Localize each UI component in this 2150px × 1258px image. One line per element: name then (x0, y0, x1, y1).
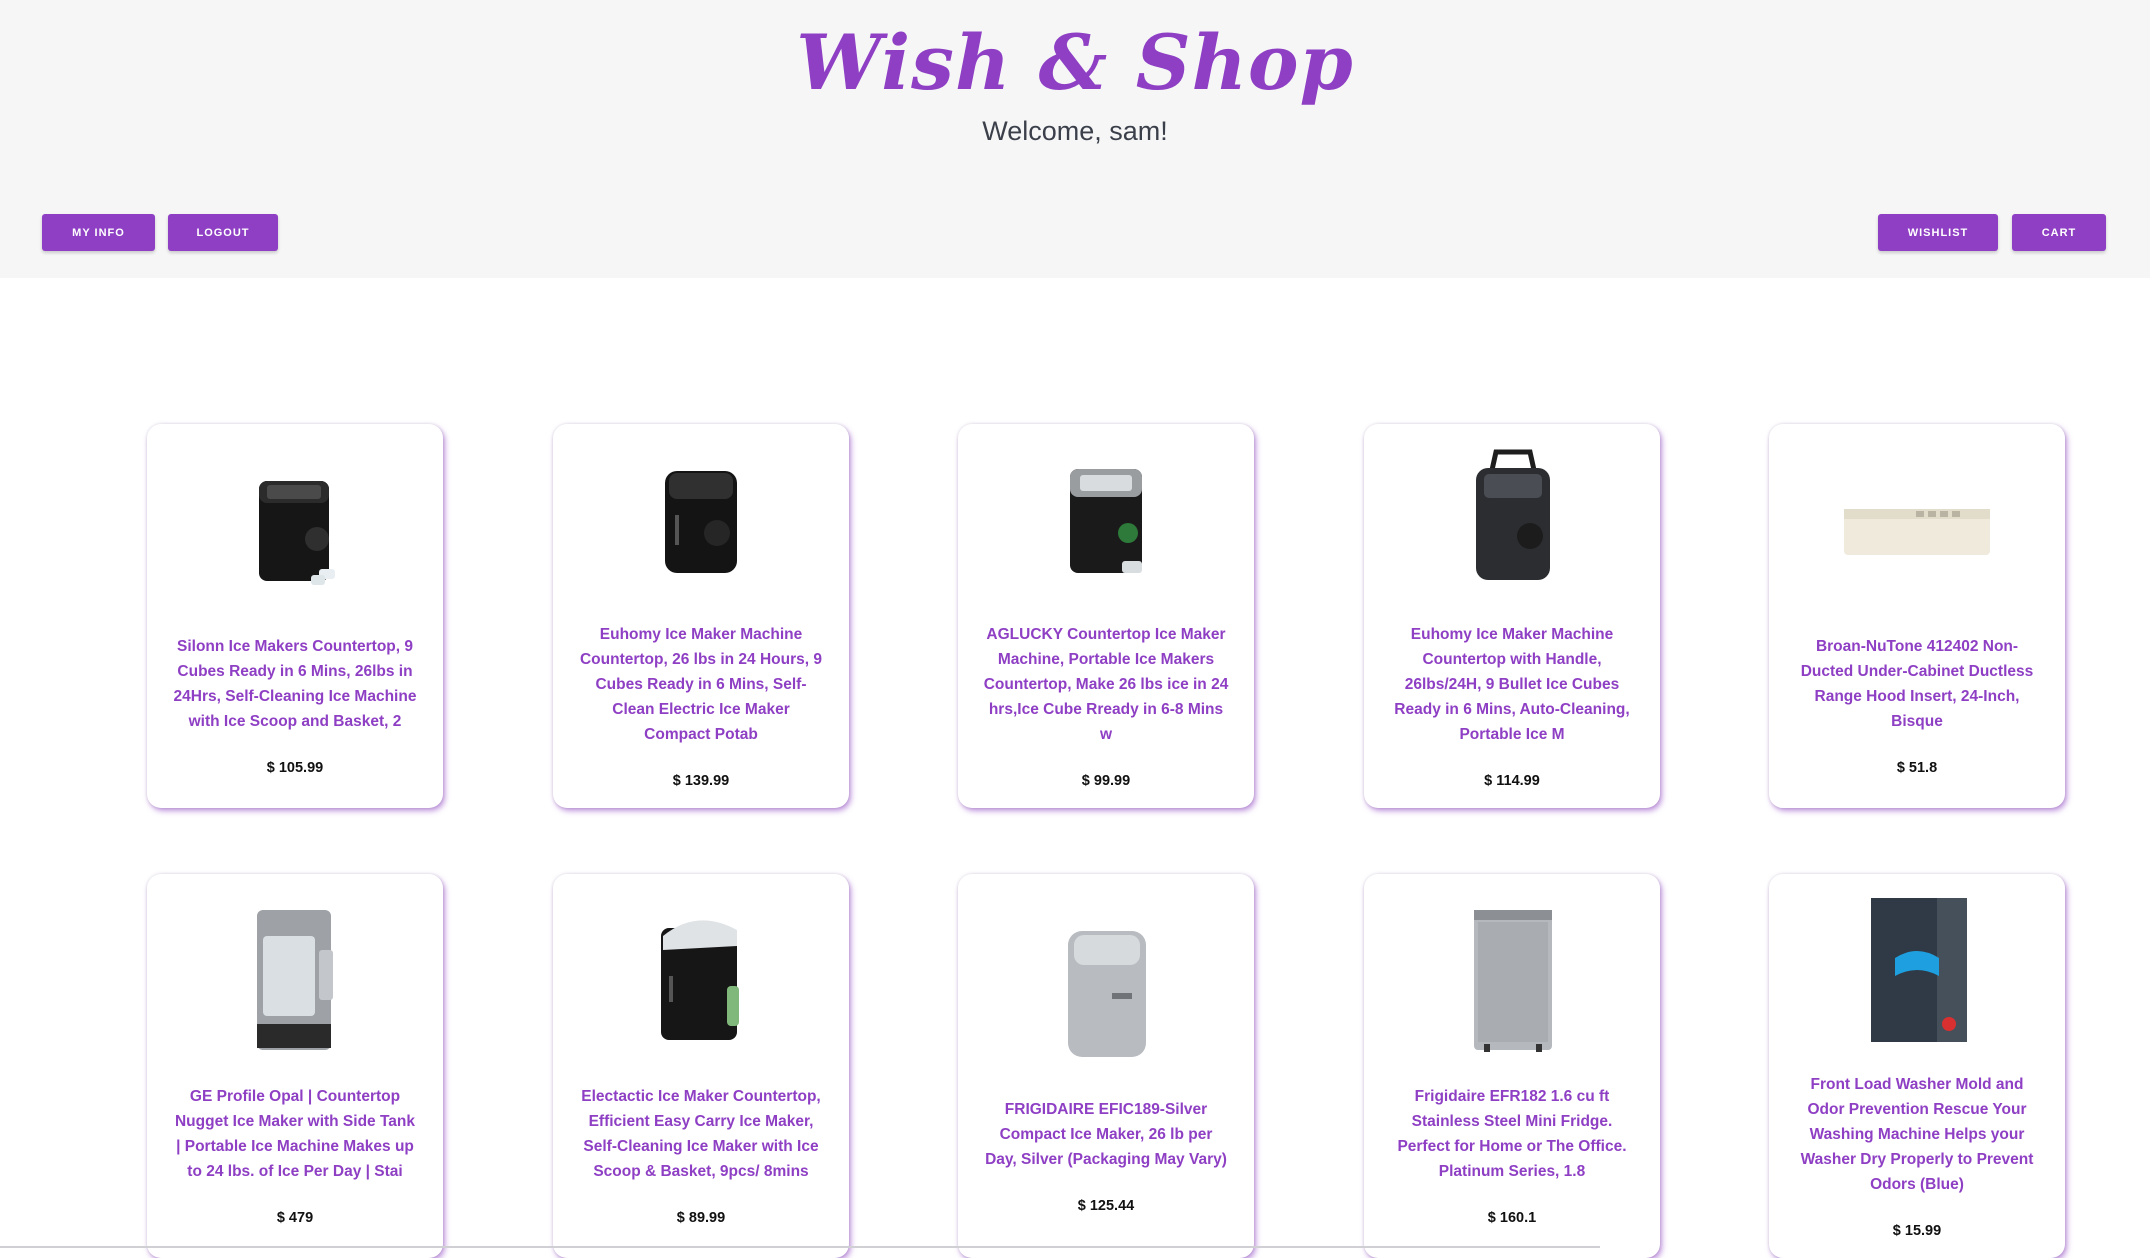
product-image[interactable] (1031, 444, 1181, 594)
product-price: $ 114.99 (1484, 772, 1540, 789)
product-title[interactable]: Electactic Ice Maker Countertop, Efficie… (577, 1084, 825, 1184)
product-price: $ 99.99 (1081, 772, 1131, 789)
product-price: $ 125.44 (1077, 1197, 1135, 1214)
product-price: $ 89.99 (676, 1210, 726, 1226)
header: Wish & Shop Welcome, sam! MY INFO LOGOUT… (0, 0, 2150, 278)
product-image[interactable] (1842, 894, 1992, 1044)
site-logo[interactable]: Wish & Shop (0, 18, 2150, 107)
product-title[interactable]: Silonn Ice Makers Countertop, 9 Cubes Re… (171, 634, 419, 734)
product-title[interactable]: Frigidaire EFR182 1.6 cu ft Stainless St… (1388, 1084, 1636, 1184)
product-image[interactable] (220, 906, 370, 1056)
product-card[interactable]: Frigidaire EFR182 1.6 cu ft Stainless St… (1364, 874, 1660, 1258)
product-price: $ 51.8 (1896, 760, 1938, 776)
product-card[interactable]: Broan-NuTone 412402 Non-Ducted Under-Cab… (1769, 424, 2065, 808)
product-card[interactable]: AGLUCKY Countertop Ice Maker Machine, Po… (958, 424, 1254, 808)
product-image[interactable] (220, 456, 370, 606)
product-price: $ 139.99 (672, 772, 730, 789)
welcome-message: Welcome, sam! (982, 116, 1168, 146)
product-title[interactable]: Front Load Washer Mold and Odor Preventi… (1793, 1072, 2041, 1197)
product-card[interactable]: Euhomy Ice Maker Machine Countertop with… (1364, 424, 1660, 808)
product-card[interactable]: Electactic Ice Maker Countertop, Efficie… (553, 874, 849, 1258)
cart-button[interactable]: CART (2012, 214, 2106, 251)
logout-button[interactable]: LOGOUT (168, 214, 278, 251)
product-image[interactable] (1842, 456, 1992, 606)
product-price: $ 15.99 (1892, 1222, 1942, 1239)
product-image[interactable] (626, 906, 776, 1056)
product-image[interactable] (1437, 906, 1587, 1056)
my-info-button[interactable]: MY INFO (42, 214, 155, 251)
product-title[interactable]: GE Profile Opal | Countertop Nugget Ice … (171, 1084, 419, 1184)
product-price: $ 105.99 (266, 760, 324, 776)
product-card[interactable]: FRIGIDAIRE EFIC189-Silver Compact Ice Ma… (958, 874, 1254, 1258)
product-card[interactable]: GE Profile Opal | Countertop Nugget Ice … (147, 874, 443, 1258)
product-image[interactable] (1031, 919, 1181, 1069)
product-card[interactable]: Front Load Washer Mold and Odor Preventi… (1769, 874, 2065, 1258)
wishlist-button[interactable]: WISHLIST (1878, 214, 1998, 251)
product-title[interactable]: FRIGIDAIRE EFIC189-Silver Compact Ice Ma… (982, 1097, 1230, 1172)
product-title[interactable]: AGLUCKY Countertop Ice Maker Machine, Po… (982, 622, 1230, 747)
product-title[interactable]: Euhomy Ice Maker Machine Countertop, 26 … (577, 622, 825, 747)
product-price: $ 160.1 (1487, 1210, 1537, 1226)
product-image[interactable] (626, 444, 776, 594)
product-title[interactable]: Broan-NuTone 412402 Non-Ducted Under-Cab… (1793, 634, 2041, 734)
scrollbar-track[interactable] (0, 1246, 1600, 1248)
product-title[interactable]: Euhomy Ice Maker Machine Countertop with… (1388, 622, 1636, 747)
product-card[interactable]: Euhomy Ice Maker Machine Countertop, 26 … (553, 424, 849, 808)
product-image[interactable] (1437, 444, 1587, 594)
product-price: $ 479 (276, 1210, 314, 1226)
product-card[interactable]: Silonn Ice Makers Countertop, 9 Cubes Re… (147, 424, 443, 808)
